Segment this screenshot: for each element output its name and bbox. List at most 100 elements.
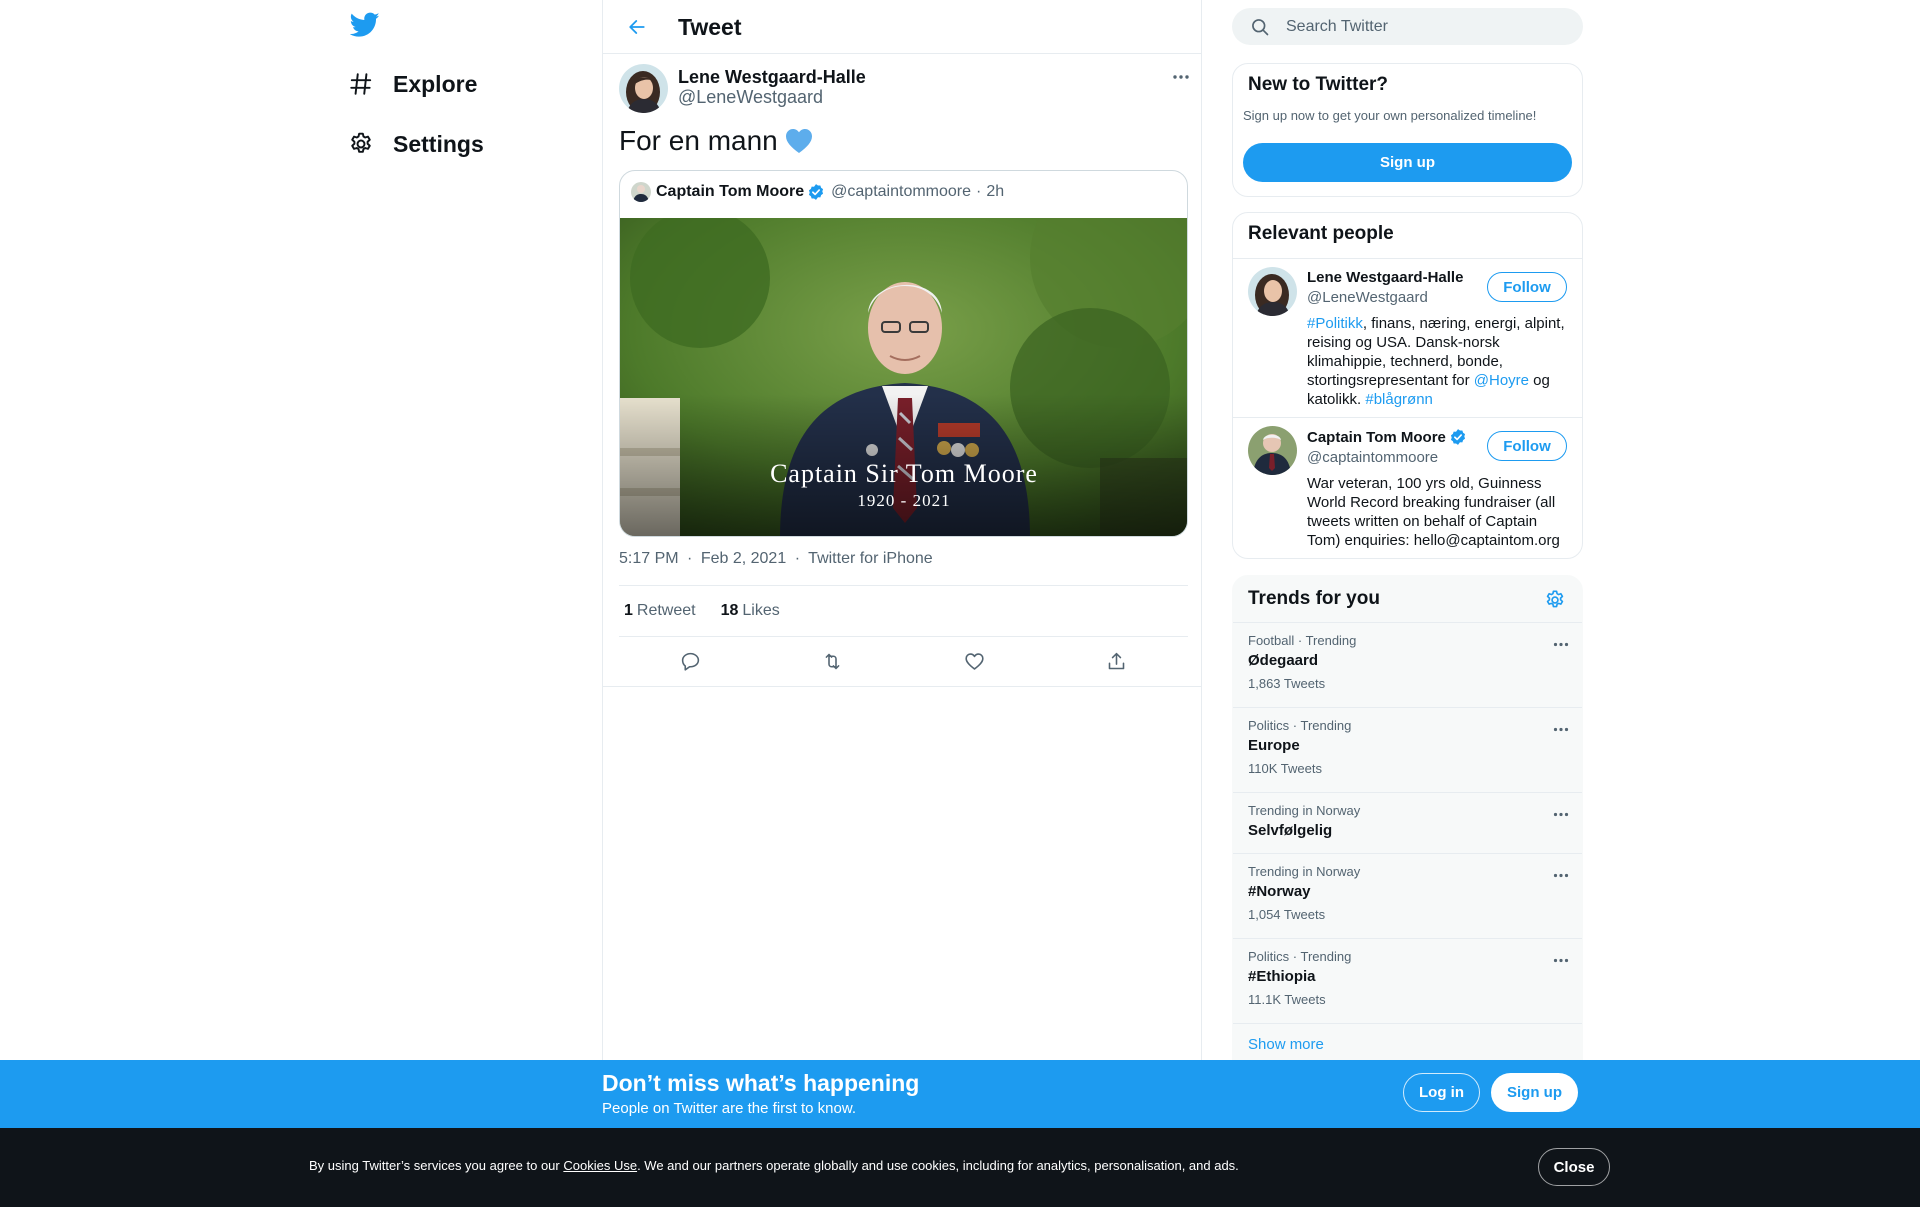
trend-name: Europe: [1248, 737, 1300, 754]
more-options-icon[interactable]: [1169, 70, 1193, 84]
tweet-text: For en mann: [619, 125, 778, 156]
person-handle[interactable]: @LeneWestgaard: [1307, 289, 1428, 306]
separator-dot: ·: [976, 183, 982, 200]
trend-item[interactable]: Trending in Norway #Norway 1,054 Tweets: [1233, 853, 1582, 938]
divider: [1233, 1023, 1582, 1024]
card-title: Relevant people: [1248, 223, 1394, 244]
trend-item[interactable]: Trending in Norway Selvfølgelig: [1233, 792, 1582, 853]
banner-title: Don’t miss what’s happening: [602, 1070, 920, 1096]
person-item[interactable]: Captain Tom Moore @captaintommoore Follo…: [1233, 418, 1582, 558]
retweet-count-label: Retweet: [636, 602, 696, 619]
person-name[interactable]: Captain Tom Moore: [1307, 428, 1471, 446]
person-name-text: Captain Tom Moore: [1307, 428, 1446, 446]
person-avatar[interactable]: [1248, 426, 1297, 475]
card-title: Trends for you: [1248, 588, 1380, 609]
tweet-meta: 5:17 PM · Feb 2, 2021 · Twitter for iPho…: [619, 550, 937, 568]
tweet-source[interactable]: Twitter for iPhone: [808, 550, 933, 567]
show-more-link[interactable]: Show more: [1248, 1036, 1324, 1053]
tweet-body: For en mann: [619, 125, 813, 157]
trend-count: 11.1K Tweets: [1248, 992, 1326, 1007]
trend-item[interactable]: Football · Trending Ødegaard 1,863 Tweet…: [1233, 622, 1582, 707]
reply-icon[interactable]: [672, 644, 708, 680]
cookies-use-link[interactable]: Cookies Use: [563, 1158, 637, 1173]
tweet-actions: [619, 637, 1188, 686]
hashtag-link[interactable]: #blågrønn: [1365, 391, 1433, 408]
card-title: New to Twitter?: [1248, 74, 1389, 95]
relevant-people-card: Relevant people Lene Westgaard-Halle @Le…: [1232, 212, 1583, 559]
quoted-author-name: Captain Tom Moore: [656, 183, 805, 200]
sign-up-button[interactable]: Sign up: [1243, 143, 1572, 182]
like-count[interactable]: 18 Likes: [721, 602, 780, 620]
retweet-count-value: 1: [624, 602, 633, 619]
tweet-time[interactable]: 5:17 PM: [619, 550, 679, 567]
trend-count: 1,054 Tweets: [1248, 907, 1326, 922]
twitter-logo-icon[interactable]: [350, 12, 384, 42]
separator-dot: ·: [687, 550, 693, 567]
more-options-icon[interactable]: [1551, 637, 1571, 651]
trend-name: Selvfølgelig: [1248, 822, 1333, 839]
cookie-text: By using Twitter’s services you agree to…: [309, 1158, 564, 1173]
gear-icon: [346, 129, 376, 159]
person-name[interactable]: Lene Westgaard-Halle: [1307, 269, 1463, 286]
mention-link[interactable]: @Hoyre: [1474, 372, 1529, 389]
quoted-tweet[interactable]: Captain Tom Moore @captaintommoore · 2h: [619, 170, 1188, 537]
retweet-icon[interactable]: [814, 644, 850, 680]
trend-count: 110K Tweets: [1248, 761, 1322, 776]
back-arrow-icon[interactable]: [621, 12, 653, 42]
nav-item-label: Explore: [393, 70, 478, 97]
author-avatar[interactable]: [619, 64, 668, 113]
nav-item-label: Settings: [393, 130, 484, 157]
like-icon[interactable]: [957, 644, 993, 680]
follow-button[interactable]: Follow: [1487, 431, 1567, 461]
separator-dot: ·: [794, 550, 801, 567]
trend-context: Trending in Norway: [1248, 864, 1361, 879]
retweet-count[interactable]: 1 Retweet: [624, 602, 696, 620]
search-box[interactable]: [1232, 8, 1583, 45]
person-bio: War veteran, 100 yrs old, Guinness World…: [1307, 475, 1560, 549]
blue-heart-icon: [785, 128, 813, 154]
trend-name: Ødegaard: [1248, 652, 1319, 669]
trend-context: Politics · Trending: [1248, 718, 1352, 733]
like-count-value: 18: [720, 602, 739, 619]
log-in-button[interactable]: Log in: [1403, 1073, 1480, 1112]
share-icon[interactable]: [1099, 644, 1135, 680]
quoted-author-avatar: [631, 182, 651, 202]
follow-button[interactable]: Follow: [1487, 272, 1567, 302]
cookie-banner: By using Twitter’s services you agree to…: [0, 1128, 1920, 1207]
more-options-icon[interactable]: [1551, 807, 1571, 821]
author-name[interactable]: Lene Westgaard-Halle: [678, 67, 866, 88]
signup-banner: Don’t miss what’s happening People on Tw…: [0, 1060, 1920, 1128]
search-input[interactable]: [1284, 16, 1564, 37]
page-header: Tweet: [603, 0, 1201, 54]
trend-count: 1,863 Tweets: [1248, 676, 1326, 691]
divider: [603, 686, 1201, 687]
person-avatar[interactable]: [1248, 267, 1297, 316]
page-title: Tweet: [678, 14, 742, 40]
quoted-tweet-time: 2h: [986, 183, 1005, 200]
trends-card: Trends for you Football · Trending Ødega…: [1232, 575, 1583, 1075]
hashtag-link[interactable]: #Politikk: [1307, 315, 1363, 332]
sign-up-button[interactable]: Sign up: [1491, 1073, 1578, 1112]
cookie-text: . We and our partners operate globally a…: [637, 1158, 1239, 1173]
person-handle[interactable]: @captaintommoore: [1307, 449, 1438, 466]
tweet-date[interactable]: Feb 2, 2021: [701, 550, 786, 567]
hashtag-icon: [346, 69, 376, 99]
cookie-notice: By using Twitter’s services you agree to…: [309, 1158, 1239, 1173]
trend-name: #Ethiopia: [1248, 968, 1316, 985]
tweet-stats: 1 Retweet 18 Likes: [619, 585, 1188, 637]
quoted-tweet-header: Captain Tom Moore @captaintommoore · 2h: [631, 181, 1004, 203]
nav-item-settings[interactable]: Settings: [346, 122, 484, 166]
gear-icon[interactable]: [1544, 589, 1566, 611]
close-button[interactable]: Close: [1538, 1148, 1610, 1186]
trend-item[interactable]: Politics · Trending #Ethiopia 11.1K Twee…: [1233, 938, 1582, 1023]
author-handle[interactable]: @LeneWestgaard: [678, 87, 823, 108]
more-options-icon[interactable]: [1551, 953, 1571, 967]
more-options-icon[interactable]: [1551, 868, 1571, 882]
nav-item-explore[interactable]: Explore: [346, 62, 477, 106]
image-caption-title: Captain Sir Tom Moore: [770, 459, 1038, 488]
main-column: Tweet Lene Westgaard-Halle @LeneWestgaar…: [602, 0, 1202, 1207]
more-options-icon[interactable]: [1551, 722, 1571, 736]
person-item[interactable]: Lene Westgaard-Halle @LeneWestgaard Foll…: [1233, 259, 1582, 416]
quoted-tweet-image[interactable]: Captain Sir Tom Moore 1920 - 2021: [620, 218, 1187, 536]
trend-item[interactable]: Politics · Trending Europe 110K Tweets: [1233, 707, 1582, 792]
